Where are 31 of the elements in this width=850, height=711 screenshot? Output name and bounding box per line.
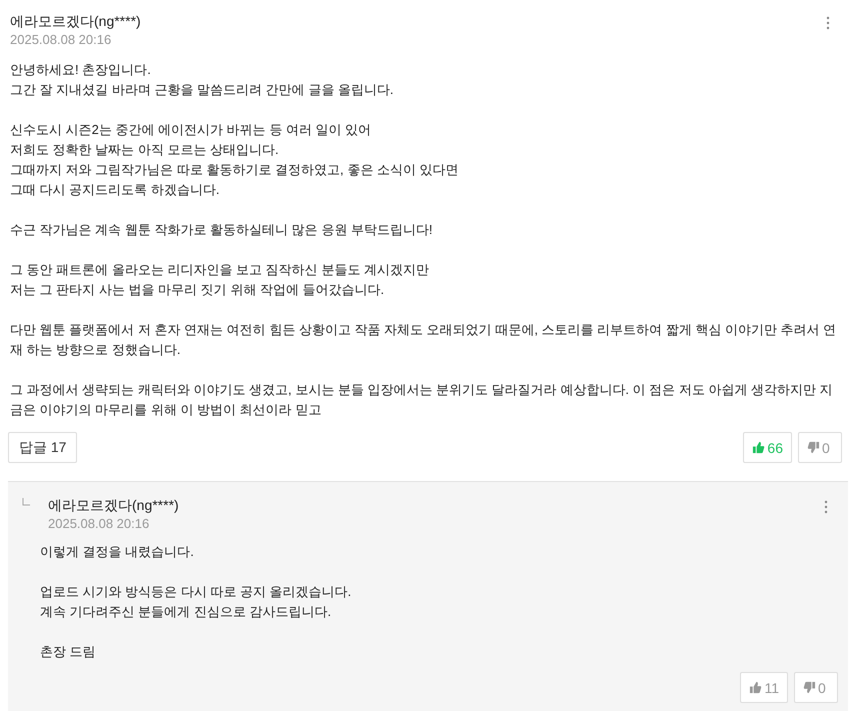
thumbs-down-icon <box>803 681 816 694</box>
like-button[interactable]: 66 <box>743 432 792 463</box>
comment-text: 계속 기다려주신 분들에게 진심으로 감사드립니다. <box>40 603 332 621</box>
comment-text: 촌장 드림 <box>40 643 97 661</box>
replies-button[interactable]: 답글 17 <box>8 432 78 463</box>
thumbs-up-icon <box>749 681 762 694</box>
comment-text: 업로드 시기와 방식등은 다시 따로 공지 올리겠습니다. <box>40 583 352 601</box>
comment-text: 안녕하세요! 촌장입니다. <box>10 61 152 79</box>
reply-indent-icon <box>22 498 30 506</box>
comment-text: 저희도 정확한 날짜는 아직 모르는 상태입니다. <box>10 141 280 159</box>
comment-date: 2025.08.08 20:16 <box>10 31 112 48</box>
dislike-button[interactable]: 0 <box>798 432 842 463</box>
comment-text: 신수도시 시즌2는 중간에 에이전시가 바뀌는 등 여러 일이 있어 <box>10 121 372 139</box>
like-button[interactable]: 11 <box>740 672 788 703</box>
comment-text: 그때까지 저와 그림작가님은 따로 활동하기로 결정하였고, 좋은 소식이 있다면 <box>10 161 460 179</box>
more-options-icon[interactable] <box>824 500 828 514</box>
comment-text: 이렇게 결정을 내렸습니다. <box>40 543 195 561</box>
thumbs-down-icon <box>807 441 820 454</box>
comment-date: 2025.08.08 20:16 <box>48 515 150 532</box>
comment-text: 저는 그 판타지 사는 법을 마무리 짓기 위해 작업에 들어갔습니다. <box>10 281 386 299</box>
thumbs-up-icon <box>752 441 766 454</box>
more-options-icon[interactable] <box>826 16 830 30</box>
dislike-button[interactable]: 0 <box>794 672 838 703</box>
comment-text: 그 동안 패트론에 올라오는 리디자인을 보고 짐작하신 분들도 계시겠지만 <box>10 261 430 279</box>
comment-text: 그간 잘 지내셨길 바라며 근황을 말씀드리려 간만에 글을 올립니다. <box>10 81 395 99</box>
author-name: 에라모르겠다(ng****) <box>48 496 180 515</box>
comment-text: 그 과정에서 생략되는 캐릭터와 이야기도 생겼고, 보시는 분들 입장에서는 분위기도 달라질거라 예상합니다. 이 점은 저도 아쉽게 생각하지만 지금은 이야기의 마무리를 위해 이 방법이 최선이라 믿고 <box>10 381 834 419</box>
comment-text: 수근 작가님은 계속 웹툰 작화가로 활동하실테니 많은 응원 부탁드립니다! <box>10 221 434 239</box>
author-name: 에라모르겠다(ng****) <box>10 12 142 31</box>
comment-text: 다만 웹툰 플랫폼에서 저 혼자 연재는 여전히 힘든 상황이고 작품 자체도 오래되었기 때문에, 스토리를 리부트하여 짧게 핵심 이야기만 추려서 연재 하는 방향으로 정했습니다. <box>10 321 838 359</box>
comment-text: 그때 다시 공지드리도록 하겠습니다. <box>10 181 220 199</box>
